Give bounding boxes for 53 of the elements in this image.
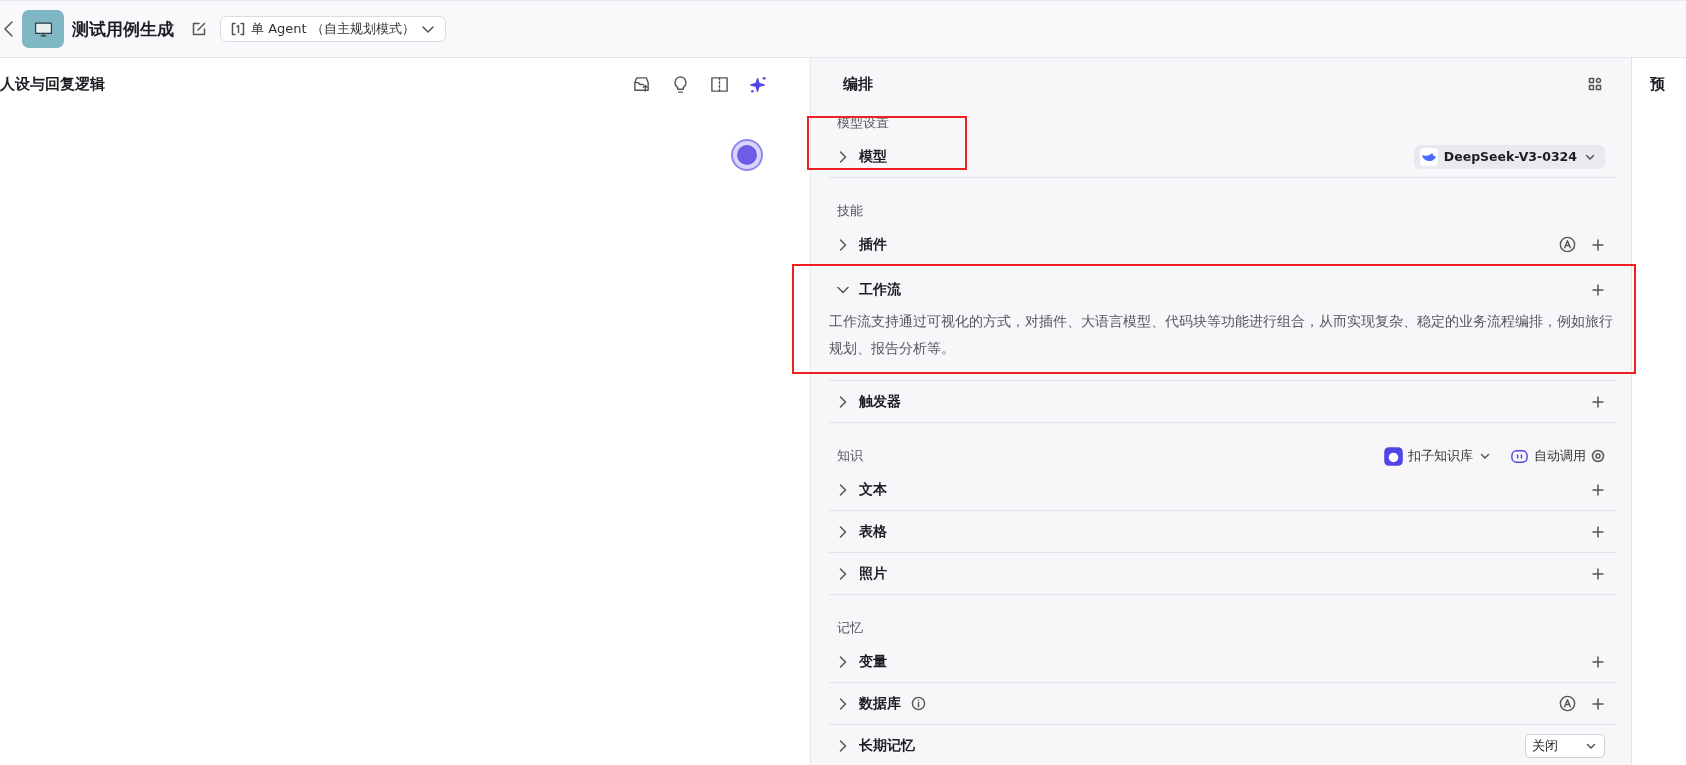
add-icon[interactable] xyxy=(1591,654,1605,669)
app-title: 测试用例生成 xyxy=(72,17,174,41)
section-description: 工作流支持通过可视化的方式，对插件、大语言模型、代码块等功能进行组合，从而实现复杂、稳定的业务流程编排，例如旅行规划、报告分析等。 xyxy=(829,312,1614,358)
chevron-right-icon[interactable] xyxy=(837,567,849,580)
chevron-right-icon[interactable] xyxy=(837,238,849,251)
layout-grid-icon[interactable] xyxy=(1588,77,1602,91)
item-label[interactable]: 模型 xyxy=(859,147,887,166)
toggle-dropdown[interactable]: 关闭 xyxy=(1525,733,1605,758)
chevron-right-icon[interactable] xyxy=(837,150,849,163)
add-icon[interactable] xyxy=(1591,482,1605,497)
model-dropdown[interactable]: DeepSeek-V3-0324 xyxy=(1413,144,1605,169)
chevron-right-icon[interactable] xyxy=(837,739,849,752)
auto-mode-icon[interactable] xyxy=(1558,235,1577,254)
sparkle-icon[interactable] xyxy=(749,74,768,94)
item-label[interactable]: 触发器 xyxy=(859,392,901,411)
item-label[interactable]: 数据库 xyxy=(859,694,901,713)
section-label: 知识 xyxy=(837,447,863,465)
chevron-right-icon[interactable] xyxy=(837,525,849,538)
auto-mode-icon[interactable] xyxy=(1558,694,1577,713)
item-label[interactable]: 表格 xyxy=(859,522,887,541)
chevron-right-icon[interactable] xyxy=(837,697,849,710)
add-icon[interactable] xyxy=(1591,524,1605,539)
add-icon[interactable] xyxy=(1591,394,1605,409)
panel-title: 人设与回复逻辑 xyxy=(0,74,105,94)
chevron-right-icon[interactable] xyxy=(837,395,849,408)
item-label[interactable]: 变量 xyxy=(859,652,887,671)
item-label[interactable]: 照片 xyxy=(859,564,887,583)
section-label: 记忆 xyxy=(837,619,863,637)
item-label[interactable]: 工作流 xyxy=(859,280,901,299)
panel-title: 编排 xyxy=(843,74,873,94)
cursor-indicator xyxy=(731,139,763,171)
knowledge-source-dropdown[interactable]: 扣子知识库 xyxy=(1384,446,1492,466)
split-view-icon[interactable] xyxy=(710,74,729,94)
add-icon[interactable] xyxy=(1591,566,1605,581)
item-label[interactable]: 插件 xyxy=(859,235,887,254)
whale-icon xyxy=(1419,147,1438,166)
inbox-upload-icon[interactable] xyxy=(632,74,651,94)
mode-dropdown[interactable]: 单 Agent （自主规划模式） xyxy=(220,16,446,42)
chevron-right-icon[interactable] xyxy=(837,483,849,496)
item-label[interactable]: 文本 xyxy=(859,480,887,499)
back-icon[interactable] xyxy=(2,19,16,39)
add-icon[interactable] xyxy=(1591,282,1605,297)
info-icon[interactable] xyxy=(911,696,926,711)
edit-icon[interactable] xyxy=(192,22,206,36)
item-label[interactable]: 长期记忆 xyxy=(859,736,915,755)
recall-mode-button[interactable]: 自动调用 xyxy=(1510,446,1605,466)
add-icon[interactable] xyxy=(1591,696,1605,711)
panel-title: 预 xyxy=(1650,73,1666,95)
settings-icon xyxy=(1591,449,1605,463)
lightbulb-icon[interactable] xyxy=(671,74,690,94)
section-label: 技能 xyxy=(837,202,863,220)
add-icon[interactable] xyxy=(1591,237,1605,252)
chevron-right-icon[interactable] xyxy=(837,655,849,668)
